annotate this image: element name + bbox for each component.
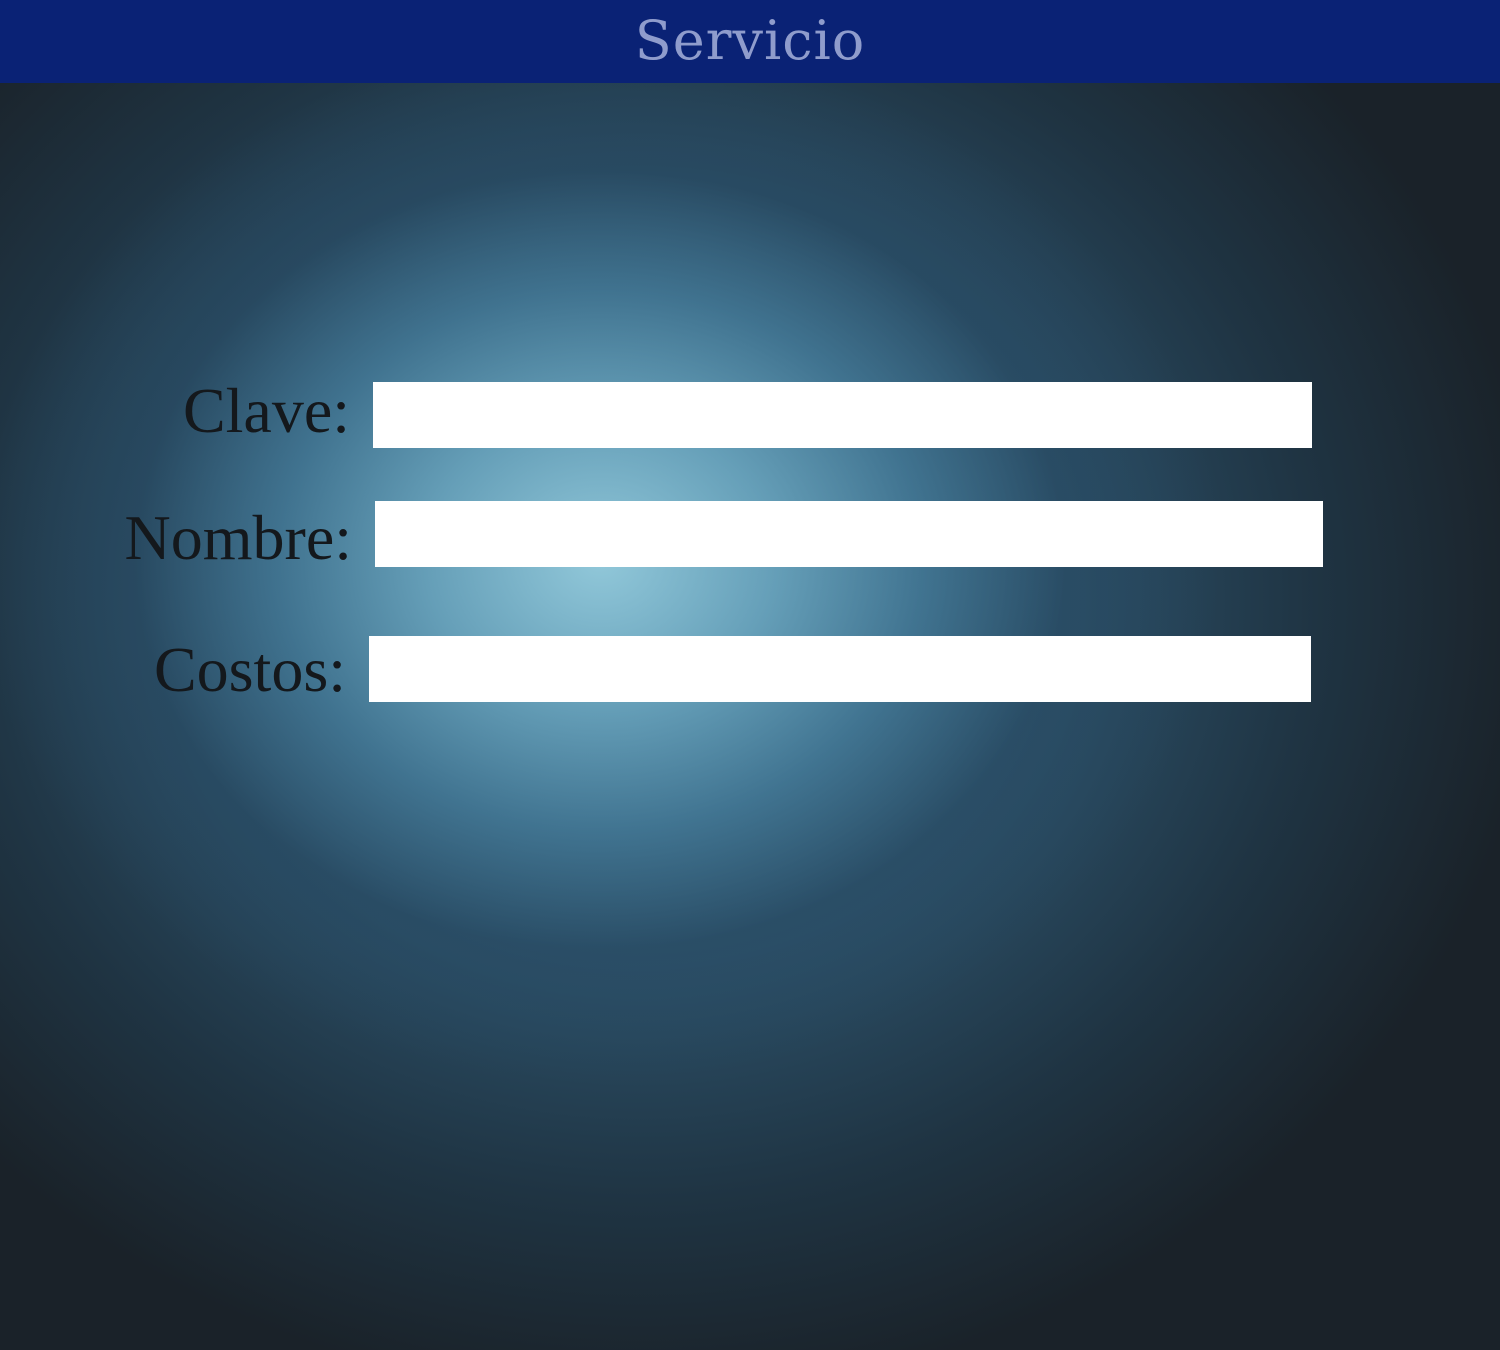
costos-label: Costos: — [153, 634, 346, 705]
costos-input[interactable] — [369, 636, 1311, 702]
page-title: Servicio — [634, 9, 866, 72]
header-bar: Servicio — [0, 0, 1500, 83]
nombre-input[interactable] — [375, 501, 1323, 567]
clave-label: Clave: — [182, 375, 350, 446]
clave-input[interactable] — [373, 382, 1312, 448]
nombre-label: Nombre: — [124, 502, 353, 573]
